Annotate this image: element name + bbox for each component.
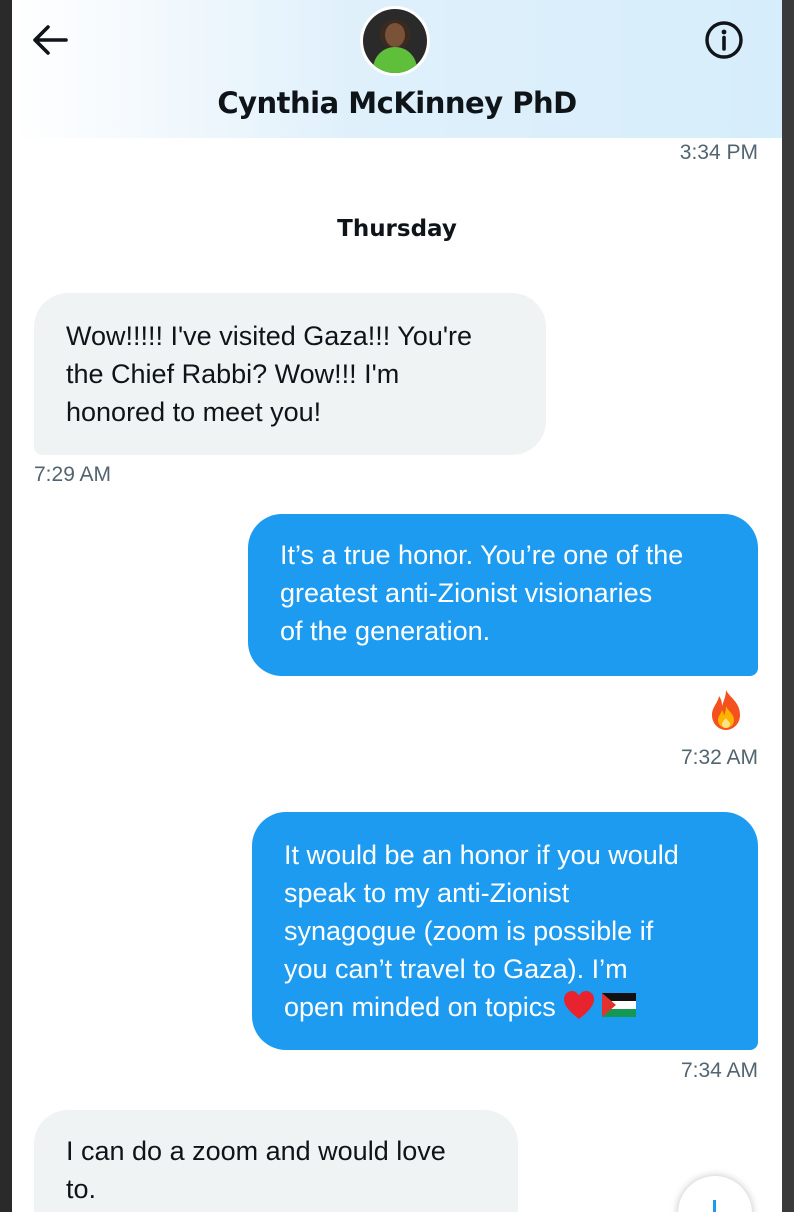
message-text-line: honored to meet you!: [66, 397, 322, 427]
dm-conversation-screen: Cynthia McKinney PhD 3:34 PM Thursday Wo…: [12, 0, 782, 1212]
outgoing-message-bubble[interactable]: It’s a true honor. You’re one of the gre…: [248, 514, 758, 676]
message-text-line: of the generation.: [280, 616, 491, 646]
avatar-shirt: [373, 47, 417, 73]
incoming-message-bubble[interactable]: Wow!!!!! I've visited Gaza!!! You're the…: [34, 293, 546, 455]
message-text-line: It’s a true honor. You’re one of the: [280, 540, 684, 570]
fire-reaction-emoji[interactable]: [706, 688, 746, 732]
message-text-line: speak to my anti-Zionist: [284, 878, 570, 908]
message-text-line: It would be an honor if you would: [284, 840, 679, 870]
message-timestamp: 7:29 AM: [34, 463, 112, 486]
message-text-line: Wow!!!!! I've visited Gaza!!! You're: [66, 321, 473, 351]
contact-name[interactable]: Cynthia McKinney PhD: [12, 86, 782, 120]
avatar-photo: [363, 9, 427, 73]
arrow-left-icon: [33, 25, 68, 55]
message-text-line: I can do a zoom and would love: [66, 1136, 446, 1166]
message-timestamp: 7:32 AM: [680, 746, 758, 769]
red-heart-icon: [563, 991, 594, 1019]
palestine-flag-icon: [601, 993, 636, 1017]
avatar-face: [385, 23, 405, 47]
message-text-line: to.: [66, 1174, 97, 1204]
scroll-to-bottom-button[interactable]: [678, 1176, 752, 1212]
message-text-line: you can’t travel to Gaza). I’m: [284, 954, 628, 984]
background-right-edge: [782, 0, 794, 1212]
message-text-line: the Chief Rabbi? Wow!!! I'm: [66, 359, 400, 389]
outgoing-message-bubble[interactable]: It would be an honor if you would speak …: [252, 812, 758, 1050]
message-text-line: open minded on topics: [284, 988, 726, 1026]
message-timestamp: 3:34 PM: [679, 141, 758, 164]
message-timestamp: 7:34 AM: [680, 1059, 758, 1082]
message-text-segment: open minded on topics: [284, 992, 556, 1022]
conversation-info-button[interactable]: [702, 18, 746, 62]
day-divider: Thursday: [337, 216, 457, 242]
fire-icon: [712, 690, 740, 730]
incoming-message-bubble[interactable]: I can do a zoom and would love to.: [34, 1110, 518, 1212]
message-text-line: synagogue (zoom is possible if: [284, 916, 654, 946]
info-circle-icon: [705, 21, 743, 59]
contact-avatar[interactable]: [360, 6, 430, 76]
conversation-header: Cynthia McKinney PhD: [12, 0, 782, 138]
message-text-line: greatest anti-Zionist visionaries: [280, 578, 653, 608]
back-button[interactable]: [30, 20, 70, 60]
